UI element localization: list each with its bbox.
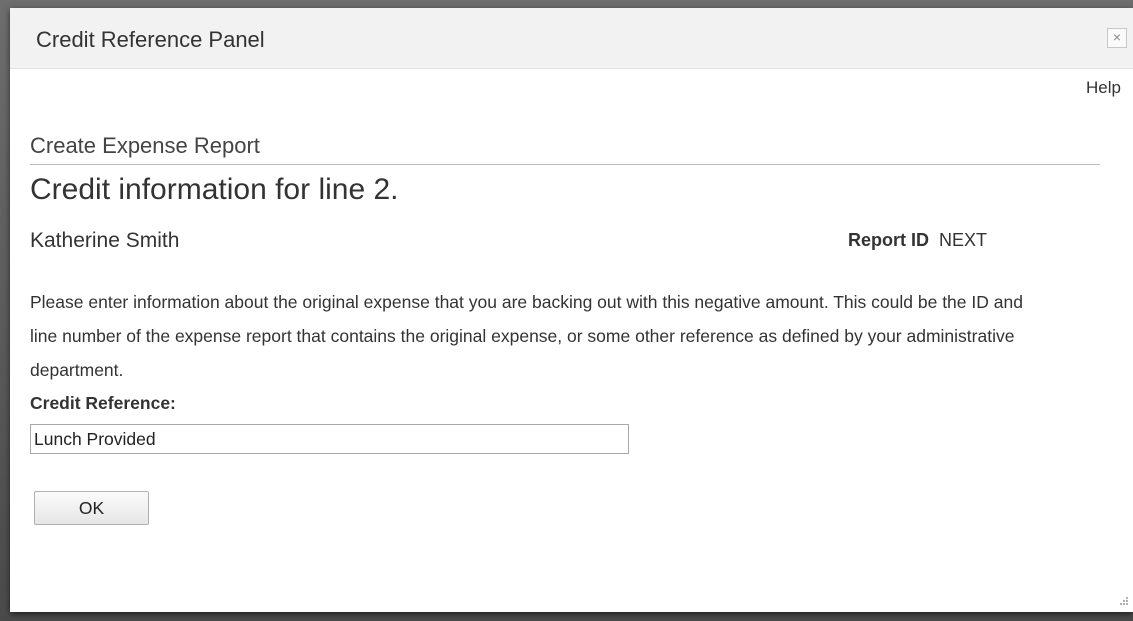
credit-reference-input[interactable] — [30, 424, 629, 454]
report-id-value: NEXT — [939, 230, 988, 250]
credit-reference-label: Credit Reference: — [30, 393, 176, 413]
help-link[interactable]: Help — [1086, 78, 1121, 98]
dialog-title: Credit Reference Panel — [36, 27, 265, 52]
instructions-text: Please enter information about the origi… — [30, 292, 1023, 380]
employee-name: Katherine Smith — [30, 229, 180, 252]
report-id-label: Report ID — [848, 230, 929, 250]
section-divider — [30, 164, 1100, 165]
resize-grip-icon-svg — [1120, 597, 1128, 605]
resize-grip-icon[interactable] — [1119, 596, 1129, 606]
page-heading: Credit information for line 2. — [30, 173, 399, 206]
credit-reference-dialog: Credit Reference Panel × Help Create Exp… — [10, 8, 1133, 612]
dialog-titlebar: Credit Reference Panel × — [10, 8, 1133, 69]
ok-button[interactable]: OK — [34, 491, 149, 525]
close-icon[interactable]: × — [1107, 28, 1127, 48]
report-id: Report ID NEXT — [848, 230, 987, 251]
section-title: Create Expense Report — [30, 133, 260, 158]
